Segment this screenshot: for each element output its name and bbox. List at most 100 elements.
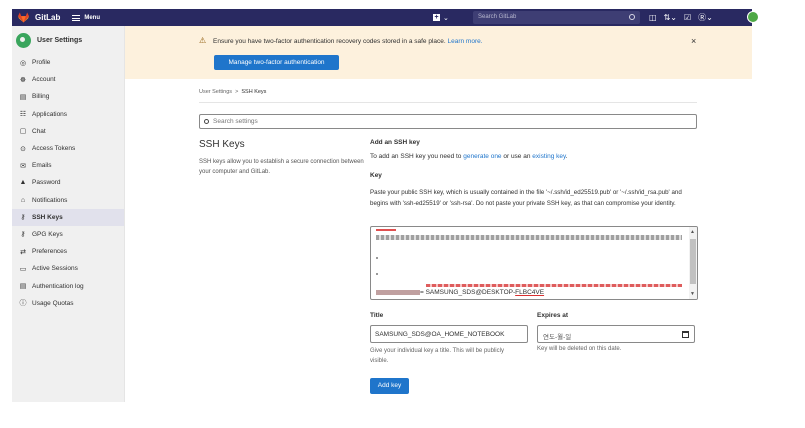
- scrollbar-thumb[interactable]: [690, 239, 696, 284]
- redacted-mark: [426, 284, 682, 287]
- warning-icon: ⚠: [199, 36, 207, 45]
- sidebar-item-ssh-keys[interactable]: ⚷ SSH Keys: [12, 208, 124, 226]
- page-description: SSH keys allow you to establish a secure…: [199, 159, 364, 175]
- gitlab-logo[interactable]: GitLab: [17, 12, 60, 23]
- user-avatar[interactable]: [747, 11, 759, 23]
- sidebar-item-profile[interactable]: ◎ Profile: [12, 54, 124, 71]
- issues-icon[interactable]: ◫: [649, 13, 657, 22]
- email-icon: ✉: [20, 162, 26, 170]
- breadcrumb-parent[interactable]: User Settings: [199, 89, 232, 95]
- chat-icon: ▢: [19, 128, 27, 136]
- settings-search-placeholder: Search settings: [213, 118, 258, 125]
- title-help-text: Give your individual key a title. This w…: [370, 348, 504, 364]
- sidebar-item-billing[interactable]: ▤ Billing: [12, 88, 124, 105]
- key-text-obscured: [376, 289, 420, 295]
- sidebar-item-label: Active Sessions: [32, 265, 78, 273]
- add-text-pre: To add an SSH key you need to: [370, 153, 464, 160]
- sidebar-item-gpg-keys[interactable]: ⚷ GPG Keys: [12, 226, 124, 243]
- menu-button[interactable]: Menu: [72, 14, 101, 21]
- sidebar-item-label: SSH Keys: [32, 213, 63, 221]
- sidebar-item-label: Profile: [32, 59, 51, 67]
- search-icon: [204, 119, 209, 124]
- settings-search-input[interactable]: Search settings: [199, 114, 697, 129]
- sidebar-item-preferences[interactable]: ⇄ Preferences: [12, 243, 124, 260]
- sidebar-title: User Settings: [37, 36, 83, 44]
- sidebar-item-notifications[interactable]: ⌂ Notifications: [12, 192, 124, 209]
- gitlab-tanuki-icon: [18, 12, 29, 23]
- generate-one-link[interactable]: generate one: [463, 153, 501, 160]
- scroll-down-icon[interactable]: ▼: [690, 291, 695, 297]
- preferences-icon: ⇄: [20, 248, 26, 256]
- sidebar-item-label: Emails: [32, 162, 52, 170]
- log-icon: ▤: [19, 283, 27, 291]
- key-text-fragment: [376, 257, 378, 259]
- calendar-icon[interactable]: [682, 331, 689, 338]
- sidebar-item-authentication-log[interactable]: ▤ Authentication log: [12, 277, 124, 294]
- todos-icon[interactable]: ☑: [684, 13, 691, 22]
- date-placeholder: 연도-월-일: [543, 334, 572, 341]
- help-icon[interactable]: Ⓡ⌄: [698, 12, 713, 23]
- add-ssh-key-text: To add an SSH key you need to generate o…: [370, 153, 698, 160]
- existing-key-link[interactable]: existing key: [532, 153, 565, 160]
- sidebar-item-applications[interactable]: ☷ Applications: [12, 106, 124, 123]
- manage-two-factor-button[interactable]: Manage two-factor authentication: [214, 55, 339, 70]
- hamburger-icon: [72, 14, 81, 21]
- sidebar-item-label: Password: [32, 179, 61, 187]
- merge-requests-icon[interactable]: ⇅⌄: [664, 13, 677, 22]
- sidebar-item-label: Usage Quotas: [32, 299, 74, 307]
- plus-square-icon: +: [433, 14, 440, 21]
- alert-message: Ensure you have two-factor authenticatio…: [213, 38, 483, 45]
- two-factor-alert: ⚠ Ensure you have two-factor authenticat…: [125, 26, 752, 79]
- learn-more-link[interactable]: Learn more.: [448, 38, 483, 45]
- profile-icon: ◎: [19, 59, 27, 67]
- sidebar-item-access-tokens[interactable]: ⊙ Access Tokens: [12, 140, 124, 157]
- top-navbar: GitLab Menu + ⌄ Search GitLab ◫ ⇅⌄ ☑ Ⓡ⌄: [12, 9, 759, 26]
- user-settings-avatar: [16, 32, 31, 48]
- expires-help-text: Key will be deleted on this date.: [537, 346, 622, 352]
- key-textarea[interactable]: = SAMSUNG_SDS@DESKTOP-FLBC4VE ▲ ▼: [370, 226, 698, 300]
- add-key-button[interactable]: Add key: [370, 378, 409, 394]
- search-placeholder: Search GitLab: [478, 14, 517, 20]
- nav-icon-group: ◫ ⇅⌄ ☑ Ⓡ⌄: [649, 12, 713, 23]
- billing-icon: ▤: [19, 93, 27, 101]
- sidebar-item-label: Applications: [32, 110, 68, 118]
- scroll-up-icon[interactable]: ▲: [690, 229, 695, 235]
- key-icon: ⚷: [20, 214, 26, 222]
- add-text-mid: or use an: [501, 153, 533, 160]
- sidebar-item-password[interactable]: ▲ Password: [12, 174, 124, 191]
- sidebar-item-account[interactable]: ☸ Account: [12, 71, 124, 88]
- info-icon: ⓘ: [19, 300, 27, 308]
- add-text-post: .: [565, 153, 568, 160]
- global-search[interactable]: Search GitLab: [473, 11, 640, 24]
- sidebar-item-chat[interactable]: ▢ Chat: [12, 123, 124, 140]
- add-ssh-key-heading: Add an SSH key: [370, 139, 420, 146]
- breadcrumb-current: SSH Keys: [241, 89, 267, 95]
- key-comment-host: FLBC4VE: [515, 289, 545, 296]
- chevron-down-icon: ⌄: [443, 14, 449, 22]
- menu-label: Menu: [84, 14, 101, 21]
- brand-name: GitLab: [35, 13, 61, 22]
- key-value-tail: = SAMSUNG_SDS@DESKTOP-FLBC4VE: [376, 289, 544, 296]
- sidebar-item-usage-quotas[interactable]: ⓘ Usage Quotas: [12, 295, 124, 312]
- account-icon: ☸: [19, 76, 27, 84]
- sidebar-header[interactable]: User Settings: [12, 26, 124, 54]
- textarea-scrollbar[interactable]: ▲ ▼: [689, 227, 697, 299]
- new-dropdown-button[interactable]: + ⌄: [433, 12, 450, 23]
- sidebar-item-label: Notifications: [32, 196, 68, 204]
- title-input[interactable]: SAMSUNG_SDS@OA_HOME_NOTEBOOK: [370, 325, 528, 343]
- alert-text: Ensure you have two-factor authenticatio…: [213, 38, 446, 45]
- close-icon[interactable]: ×: [691, 36, 696, 46]
- title-label: Title: [370, 312, 384, 319]
- sidebar-item-active-sessions[interactable]: ▭ Active Sessions: [12, 260, 124, 277]
- key-text-fragment: [376, 273, 378, 275]
- key-text-obscured: [376, 235, 682, 240]
- sidebar-nav: ◎ Profile ☸ Account ▤ Billing ☷ Applications ▢ Ch…: [12, 54, 124, 312]
- sidebar-item-emails[interactable]: ✉ Emails: [12, 157, 124, 174]
- key-help-text: Paste your public SSH key, which is usua…: [370, 189, 682, 207]
- applications-icon: ☷: [19, 111, 27, 119]
- key-comment-prefix: = SAMSUNG_SDS@DESKTOP-: [420, 289, 516, 296]
- token-icon: ⊙: [20, 145, 26, 153]
- sidebar-item-label: Authentication log: [32, 282, 84, 290]
- monitor-icon: ▭: [19, 265, 27, 273]
- expires-date-input[interactable]: 연도-월-일: [537, 325, 695, 343]
